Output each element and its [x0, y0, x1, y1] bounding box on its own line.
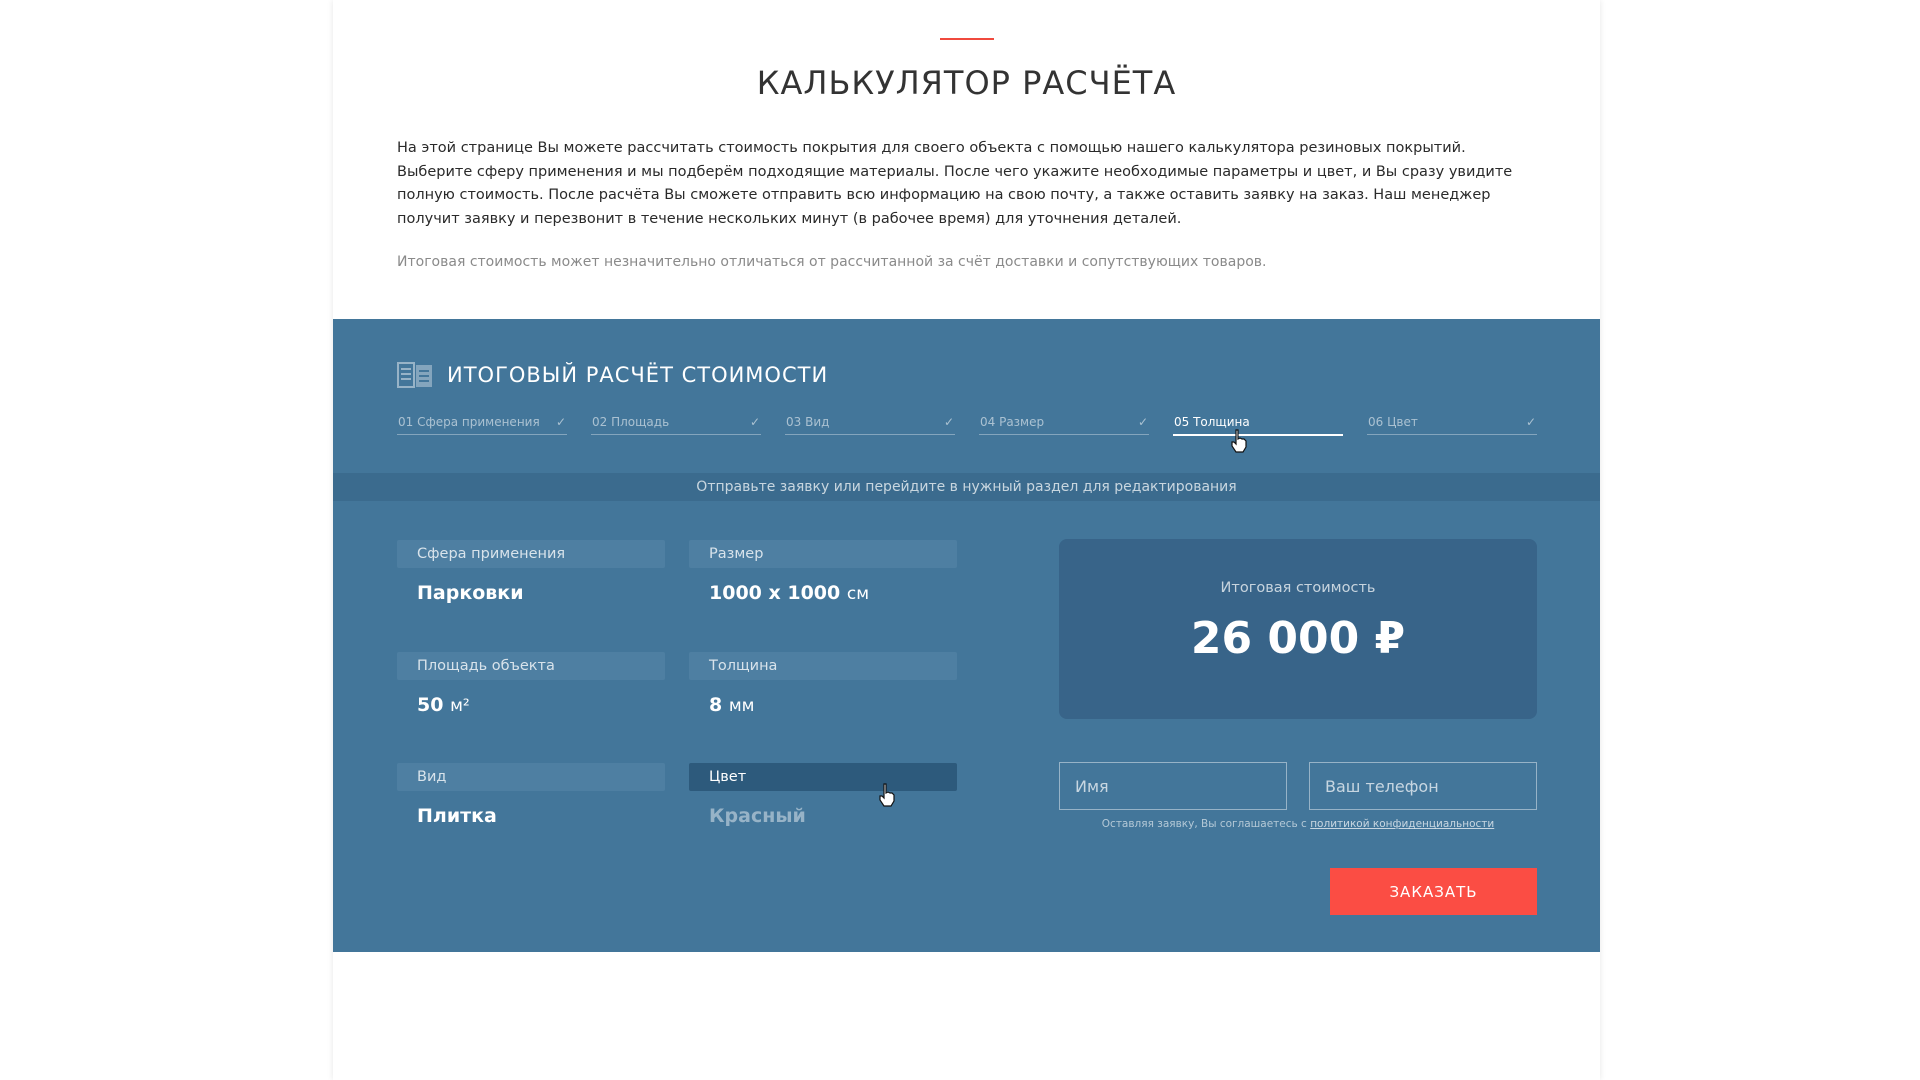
field-type[interactable]: Вид Плитка: [397, 763, 665, 827]
edit-hint-bar: Отправьте заявку или перейдите в нужный …: [333, 473, 1600, 501]
step-label: 02 Площадь: [592, 415, 670, 429]
title-accent-line: [940, 38, 994, 40]
total-label: Итоговая стоимость: [1220, 580, 1376, 596]
field-value: 8 мм: [709, 694, 755, 716]
phone-input[interactable]: [1309, 762, 1537, 810]
step-type[interactable]: 03 Вид ✓: [785, 412, 955, 435]
step-size[interactable]: 04 Размер ✓: [979, 412, 1149, 435]
order-button[interactable]: ЗАКАЗАТЬ: [1330, 868, 1537, 915]
field-area[interactable]: Площадь объекта 50 м²: [397, 652, 665, 716]
step-sphere[interactable]: 01 Сфера применения ✓: [397, 412, 567, 435]
step-label: 03 Вид: [786, 415, 830, 429]
field-value: 50 м²: [417, 694, 470, 716]
step-label: 01 Сфера применения: [398, 415, 540, 429]
unit-label: мм: [728, 696, 755, 716]
field-label: Цвет: [689, 763, 957, 791]
total-box: Итоговая стоимость 26 000 ₽: [1059, 539, 1537, 719]
check-icon: ✓: [555, 415, 566, 429]
field-thickness[interactable]: Толщина 8 мм: [689, 652, 957, 716]
field-sphere[interactable]: Сфера применения Парковки: [397, 540, 665, 604]
field-label: Размер: [689, 540, 957, 568]
field-label: Толщина: [689, 652, 957, 680]
field-size[interactable]: Размер 1000 x 1000 см: [689, 540, 957, 604]
name-input[interactable]: [1059, 762, 1287, 810]
field-value: 1000 x 1000 см: [709, 582, 870, 604]
field-color[interactable]: Цвет Красный: [689, 763, 957, 827]
check-icon: ✓: [749, 415, 760, 429]
step-color[interactable]: 06 Цвет ✓: [1367, 412, 1537, 435]
intro-text: На этой странице Вы можете рассчитать ст…: [397, 140, 1513, 227]
field-label: Вид: [397, 763, 665, 791]
check-icon: ✓: [1137, 415, 1148, 429]
calculator-title: ИТОГОВЫЙ РАСЧЁТ СТОИМОСТИ: [447, 363, 829, 387]
step-thickness[interactable]: 05 Толщина: [1173, 412, 1343, 436]
page-container: КАЛЬКУЛЯТОР РАСЧЁТА На этой странице Вы …: [333, 0, 1600, 1080]
check-icon: ✓: [943, 415, 954, 429]
consent-text: Оставляя заявку, Вы соглашаетесь с полит…: [1101, 818, 1495, 830]
page-title: КАЛЬКУЛЯТОР РАСЧЁТА: [756, 64, 1177, 102]
step-label: 04 Размер: [980, 415, 1045, 429]
step-label: 06 Цвет: [1368, 415, 1418, 429]
calculator-header: ИТОГОВЫЙ РАСЧЁТ СТОИМОСТИ: [397, 361, 828, 389]
field-value: Красный: [709, 805, 806, 827]
steps-nav: 01 Сфера применения ✓ 02 Площадь ✓ 03 Ви…: [397, 412, 1537, 442]
field-value: Парковки: [417, 582, 524, 604]
field-label: Площадь объекта: [397, 652, 665, 680]
unit-label: см: [846, 584, 870, 604]
privacy-policy-link[interactable]: политикой конфиденциальности: [1310, 818, 1494, 830]
price-note: Итоговая стоимость может незначительно о…: [397, 254, 1267, 270]
calculator-panel: ИТОГОВЫЙ РАСЧЁТ СТОИМОСТИ 01 Сфера приме…: [333, 319, 1600, 952]
total-value: 26 000 ₽: [1190, 613, 1406, 664]
step-label: 05 Толщина: [1174, 415, 1250, 429]
calculator-icon: [397, 362, 432, 388]
unit-label: м²: [450, 696, 470, 716]
step-area[interactable]: 02 Площадь ✓: [591, 412, 761, 435]
field-label: Сфера применения: [397, 540, 665, 568]
field-value: Плитка: [417, 805, 497, 827]
check-icon: ✓: [1525, 415, 1536, 429]
